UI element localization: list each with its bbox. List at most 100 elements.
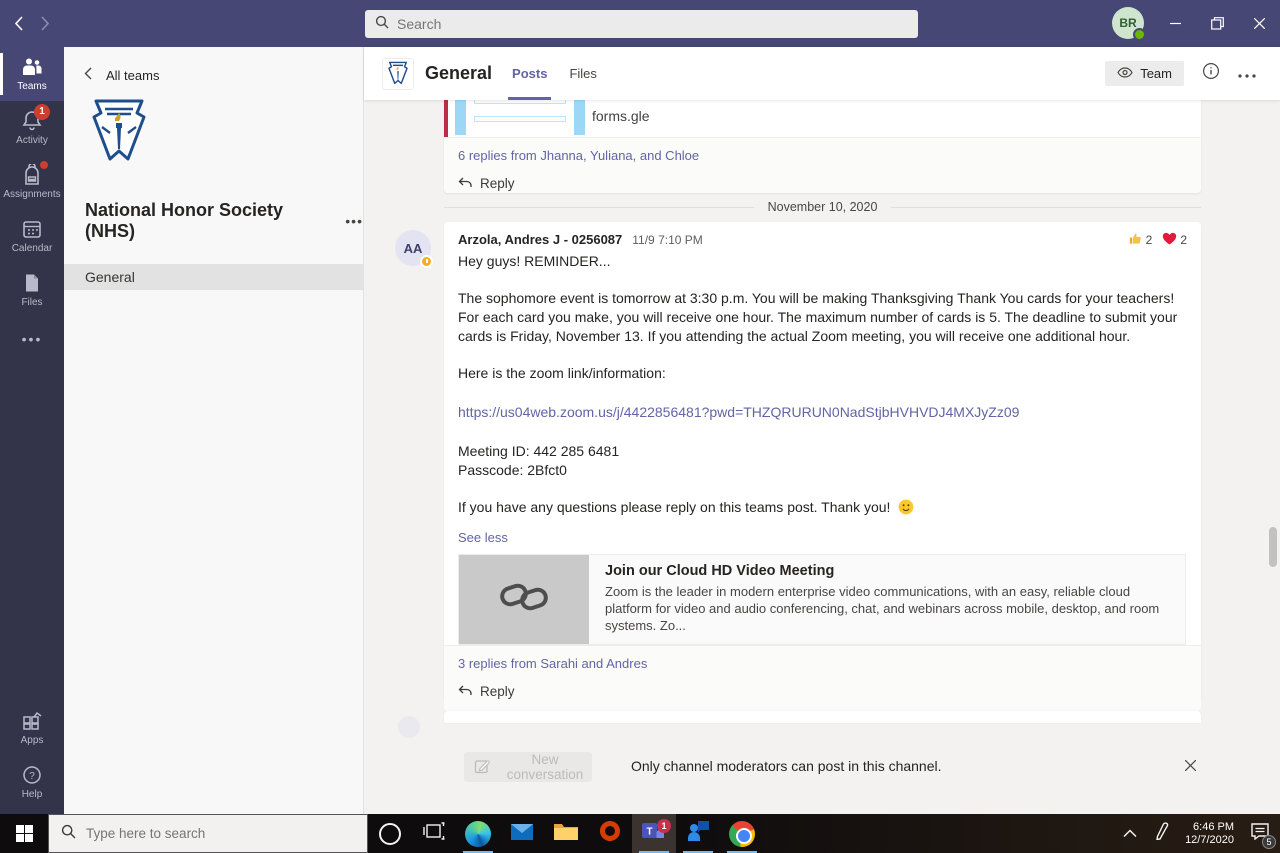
rail-item-label: Activity (0, 135, 64, 146)
mail-app[interactable] (500, 814, 544, 853)
rail-item-files[interactable]: Files (0, 263, 64, 317)
tray-chevron-icon[interactable] (1123, 825, 1137, 843)
apps-icon (0, 709, 64, 733)
rail-item-apps[interactable]: Apps (0, 701, 64, 755)
info-icon[interactable] (1202, 62, 1220, 85)
team-privacy-button[interactable]: Team (1105, 61, 1184, 86)
reply-button[interactable]: Reply (458, 684, 1187, 699)
rail-item-label: Files (0, 297, 64, 308)
folder-icon (553, 821, 579, 847)
mail-icon (509, 820, 535, 847)
moderation-notice: Only channel moderators can post in this… (631, 758, 942, 774)
rail-more-button[interactable]: ••• (0, 317, 64, 361)
chrome-icon (729, 821, 755, 847)
taskbar-search[interactable] (48, 814, 368, 853)
thread-replies-link[interactable]: 6 replies from Jhanna, Yuliana, and Chlo… (458, 148, 1187, 163)
rail-item-teams[interactable]: Teams (0, 47, 64, 101)
restore-button[interactable] (1196, 0, 1238, 47)
edge-app[interactable] (456, 814, 500, 853)
more-options-icon[interactable] (1238, 65, 1256, 83)
team-name: National Honor Society (NHS) (85, 200, 333, 242)
close-button[interactable] (1238, 0, 1280, 47)
rail-item-calendar[interactable]: Calendar (0, 209, 64, 263)
edge-icon (465, 821, 491, 847)
minimize-button[interactable] (1154, 0, 1196, 47)
file-explorer-app[interactable] (544, 814, 588, 853)
files-icon (0, 271, 64, 295)
message-outro: If you have any questions please reply o… (458, 498, 1187, 520)
tab-files[interactable]: Files (569, 47, 596, 100)
rail-item-label: Apps (0, 735, 64, 746)
dismiss-notice-icon[interactable] (1180, 755, 1200, 775)
svg-text:T: T (646, 827, 652, 838)
date-divider: November 10, 2020 (444, 200, 1201, 214)
back-icon[interactable] (14, 16, 23, 31)
channel-item-general[interactable]: General (64, 264, 363, 290)
compose-area: New conversation Only channel moderators… (364, 745, 1280, 814)
message-zoom-intro: Here is the zoom link/information: (458, 364, 1187, 383)
all-teams-back[interactable]: All teams (64, 47, 363, 83)
next-message-avatar (398, 716, 420, 738)
forms-link[interactable]: forms.gle (592, 108, 650, 124)
search-icon (61, 824, 76, 844)
team-options-button[interactable]: ••• (345, 213, 363, 229)
teams-app[interactable]: T 1 (632, 814, 676, 853)
cortana-button[interactable] (368, 814, 412, 853)
status-available-icon (1133, 28, 1146, 41)
rail-item-help[interactable]: ? Help (0, 755, 64, 814)
tab-posts[interactable]: Posts (512, 47, 547, 100)
message-author[interactable]: Arzola, Andres J - 0256087 (458, 232, 622, 247)
taskbar-search-input[interactable] (86, 826, 336, 841)
new-conversation-button[interactable]: New conversation (464, 752, 592, 782)
message-timestamp: 11/9 7:10 PM (632, 233, 703, 247)
smiley-emoji-icon (898, 499, 914, 520)
link-preview-description: Zoom is the leader in modern enterprise … (605, 583, 1169, 634)
reply-arrow-icon (458, 176, 472, 191)
search-input[interactable] (397, 16, 877, 32)
rail-item-label: Assignments (0, 189, 64, 200)
pen-workspace-icon[interactable] (1153, 822, 1169, 845)
scrollbar-thumb[interactable] (1269, 527, 1277, 567)
reaction-thumbs-up[interactable]: 2 (1128, 231, 1153, 249)
reaction-heart[interactable]: 2 (1162, 232, 1187, 248)
link-preview-title: Join our Cloud HD Video Meeting (605, 563, 1169, 579)
reply-label: Reply (480, 176, 515, 191)
app-rail: Teams 1 Activity Assignments Calendar Fi… (0, 47, 64, 814)
rail-item-activity[interactable]: 1 Activity (0, 101, 64, 155)
message-author-avatar[interactable]: AA (395, 230, 431, 266)
message-list: forms.gle 6 replies from Jhanna, Yuliana… (364, 100, 1280, 814)
forms-thumbnail[interactable] (455, 100, 585, 135)
task-view-icon (423, 822, 445, 845)
chat-app[interactable] (676, 814, 720, 853)
heart-icon (1162, 232, 1177, 248)
assignments-dot-badge (40, 161, 48, 169)
zoom-meeting-link[interactable]: https://us04web.zoom.us/j/4422856481?pwd… (458, 403, 1019, 422)
all-teams-label: All teams (106, 68, 159, 83)
global-search[interactable] (365, 10, 918, 38)
start-button[interactable] (0, 814, 48, 853)
task-view-button[interactable] (412, 814, 456, 853)
channel-logo (383, 59, 413, 89)
rail-item-assignments[interactable]: Assignments (0, 155, 64, 209)
channel-title: General (425, 63, 492, 84)
action-center-button[interactable]: 5 (1250, 822, 1270, 845)
rail-item-label: Help (0, 789, 64, 800)
forward-icon[interactable] (41, 16, 50, 31)
taskbar-clock[interactable]: 6:46 PM 12/7/2020 (1185, 821, 1234, 847)
status-away-icon (420, 255, 433, 268)
avatar-initials: AA (404, 241, 423, 256)
see-less-link[interactable]: See less (458, 530, 1187, 545)
avatar-initials: BR (1119, 16, 1136, 30)
reply-button[interactable]: Reply (458, 176, 1187, 191)
cortana-icon (379, 823, 401, 845)
teams-taskbar-badge: 1 (657, 819, 671, 833)
user-avatar[interactable]: BR (1112, 7, 1144, 39)
office-app[interactable] (588, 814, 632, 853)
chrome-app[interactable] (720, 814, 764, 853)
clock-time: 6:46 PM (1185, 821, 1234, 834)
calendar-icon (0, 217, 64, 241)
link-preview-card[interactable]: Join our Cloud HD Video Meeting Zoom is … (458, 554, 1186, 645)
thread-replies-link[interactable]: 3 replies from Sarahi and Andres (458, 656, 1187, 671)
reply-label: Reply (480, 684, 515, 699)
channel-view: General Posts Files Team (364, 47, 1280, 814)
